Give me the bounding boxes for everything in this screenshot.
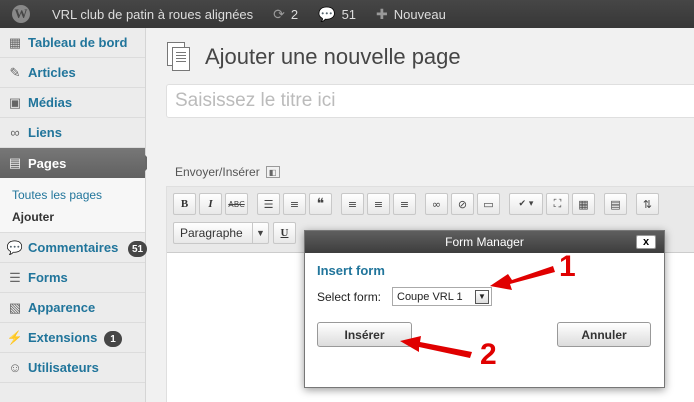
link-icon: ∞ <box>10 125 20 140</box>
plugins-badge: 1 <box>104 331 122 347</box>
dashboard-icon: ▦ <box>8 34 22 50</box>
sidebar-item-utilisateurs[interactable]: ☺ Utilisateurs <box>0 353 145 383</box>
more-tag-button[interactable]: ▭ <box>477 193 500 215</box>
sidebar-item-label: Apparence <box>28 300 96 315</box>
sidebar-item-apparence[interactable]: ▧ Apparence <box>0 293 145 323</box>
comments-count: 51 <box>341 6 357 22</box>
chevron-down-icon: ▼ <box>252 223 268 243</box>
sidebar-item-label: Articles <box>28 65 76 80</box>
plus-icon: ✚ <box>376 5 388 22</box>
submenu-all-pages[interactable]: Toutes les pages <box>0 184 145 206</box>
unlink-button[interactable]: ⊘ <box>451 193 474 215</box>
sidebar-item-label: Liens <box>28 125 62 140</box>
submenu-add-new[interactable]: Ajouter <box>0 206 145 228</box>
comments-badge: 51 <box>128 241 148 257</box>
cancel-button[interactable]: Annuler <box>557 322 651 347</box>
blockquote-button[interactable]: ❝ <box>309 193 332 215</box>
sidebar-item-extensions[interactable]: ⚡ Extensions 1 <box>0 323 145 353</box>
sidebar-item-forms[interactable]: ☰ Forms <box>0 263 145 293</box>
sidebar-item-commentaires[interactable]: 💬 Commentaires 51 <box>0 233 148 263</box>
close-button[interactable]: x <box>636 235 656 249</box>
updates-count: 2 <box>290 6 299 22</box>
media-upload-row: Envoyer/Insérer ◧ <box>175 165 280 179</box>
comment-bubble-icon: 💬 <box>318 5 336 22</box>
dialog-heading: Insert form <box>317 263 385 278</box>
media-icon: ▣ <box>8 94 22 110</box>
kitchen-sink-button[interactable]: ▦ <box>572 193 595 215</box>
sidebar-item-label: Extensions <box>28 330 98 345</box>
comment-icon: 💬 <box>6 239 24 255</box>
wordpress-logo-icon[interactable]: W <box>0 0 42 28</box>
sidebar-item-label: Pages <box>28 155 67 171</box>
page-title: Ajouter une nouvelle page <box>205 44 461 69</box>
link-button[interactable]: ∞ <box>425 193 448 215</box>
form-manager-button[interactable]: ▤ <box>604 193 627 215</box>
site-name: VRL club de patin à roues alignées <box>52 6 254 22</box>
strikethrough-button[interactable]: ABC <box>225 193 248 215</box>
insert-button[interactable]: Insérer <box>317 322 412 347</box>
pages-icon <box>167 42 193 72</box>
forms-icon: ☰ <box>9 269 21 285</box>
extra-button[interactable]: ⇅ <box>636 193 659 215</box>
upload-insert-label: Envoyer/Insérer <box>175 165 260 179</box>
sidebar-item-label: Forms <box>28 270 68 285</box>
underline-button[interactable]: U <box>273 222 296 244</box>
sidebar-item-dashboard[interactable]: ▦ Tableau de bord <box>0 28 145 58</box>
format-select-value: Paragraphe <box>180 226 243 240</box>
annotation-number-1: 1 <box>559 250 576 283</box>
sidebar-item-liens[interactable]: ∞ Liens <box>0 118 145 148</box>
pages-submenu: Toutes les pages Ajouter <box>0 178 145 233</box>
sidebar-item-pages[interactable]: ▤ Pages <box>0 148 153 178</box>
numbered-list-button[interactable]: ≡ <box>283 193 306 215</box>
align-center-button[interactable]: ≡ <box>367 193 390 215</box>
spellcheck-button[interactable]: ✔ ▾ <box>509 193 543 215</box>
pin-icon: ✎ <box>9 64 21 80</box>
add-media-icon[interactable]: ◧ <box>265 166 280 178</box>
sidebar-item-articles[interactable]: ✎ Articles <box>0 58 145 88</box>
bullet-list-button[interactable]: ☰ <box>257 193 280 215</box>
refresh-icon: ⟳ <box>273 5 285 22</box>
page-heading: Ajouter une nouvelle page <box>167 42 461 72</box>
comments-link[interactable]: 💬 51 <box>308 0 366 28</box>
chevron-down-icon: ▼ <box>475 289 489 304</box>
sidebar-item-label: Commentaires <box>28 240 119 255</box>
annotation-number-2: 2 <box>480 338 497 371</box>
format-select[interactable]: Paragraphe ▼ <box>173 222 269 244</box>
align-right-button[interactable]: ≡ <box>393 193 416 215</box>
sidebar-item-label: Utilisateurs <box>28 360 99 375</box>
admin-sidebar: ▦ Tableau de bord ✎ Articles ▣ Médias ∞ Lien… <box>0 28 153 402</box>
align-left-button[interactable]: ≡ <box>341 193 364 215</box>
bold-button[interactable]: B <box>173 193 196 215</box>
site-name-link[interactable]: VRL club de patin à roues alignées <box>42 0 263 28</box>
new-content-link[interactable]: ✚ Nouveau <box>366 0 456 28</box>
admin-bar: W VRL club de patin à roues alignées ⟳ 2 … <box>0 0 694 28</box>
new-label: Nouveau <box>393 6 446 22</box>
pages-icon: ▤ <box>8 155 22 170</box>
italic-button[interactable]: I <box>199 193 222 215</box>
sidebar-item-medias[interactable]: ▣ Médias <box>0 88 145 118</box>
form-select[interactable]: Coupe VRL 1 ▼ <box>392 287 492 306</box>
form-select-value: Coupe VRL 1 <box>397 290 463 303</box>
title-input[interactable]: Saisissez le titre ici <box>166 84 694 118</box>
plugin-icon: ⚡ <box>6 329 24 345</box>
fullscreen-button[interactable]: ⛶ <box>546 193 569 215</box>
dialog-titlebar[interactable]: Form Manager x <box>305 231 664 253</box>
appearance-icon: ▧ <box>8 299 22 315</box>
sidebar-item-label: Médias <box>28 95 73 110</box>
dialog-title: Form Manager <box>445 235 524 249</box>
sidebar-item-label: Tableau de bord <box>28 35 128 50</box>
users-icon: ☺ <box>8 360 22 375</box>
select-form-label: Select form: <box>317 290 382 304</box>
updates-link[interactable]: ⟳ 2 <box>263 0 308 28</box>
